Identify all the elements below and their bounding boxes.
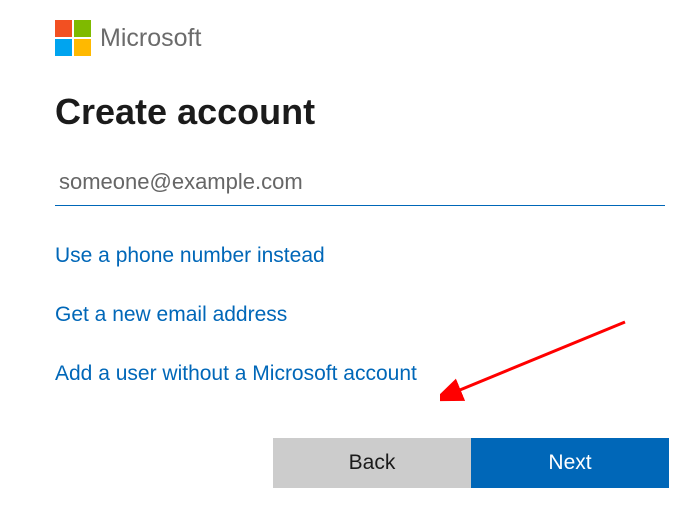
page-title: Create account [55, 91, 687, 133]
email-input[interactable] [55, 163, 665, 206]
back-button[interactable]: Back [273, 438, 471, 488]
brand-name: Microsoft [100, 24, 201, 53]
option-links: Use a phone number instead Get a new ema… [55, 244, 687, 386]
no-microsoft-account-link[interactable]: Add a user without a Microsoft account [55, 362, 417, 386]
button-row: Back Next [273, 438, 669, 488]
brand-header: Microsoft [55, 20, 687, 56]
next-button[interactable]: Next [471, 438, 669, 488]
new-email-link[interactable]: Get a new email address [55, 303, 287, 327]
microsoft-logo-icon [55, 20, 91, 56]
use-phone-link[interactable]: Use a phone number instead [55, 244, 325, 268]
